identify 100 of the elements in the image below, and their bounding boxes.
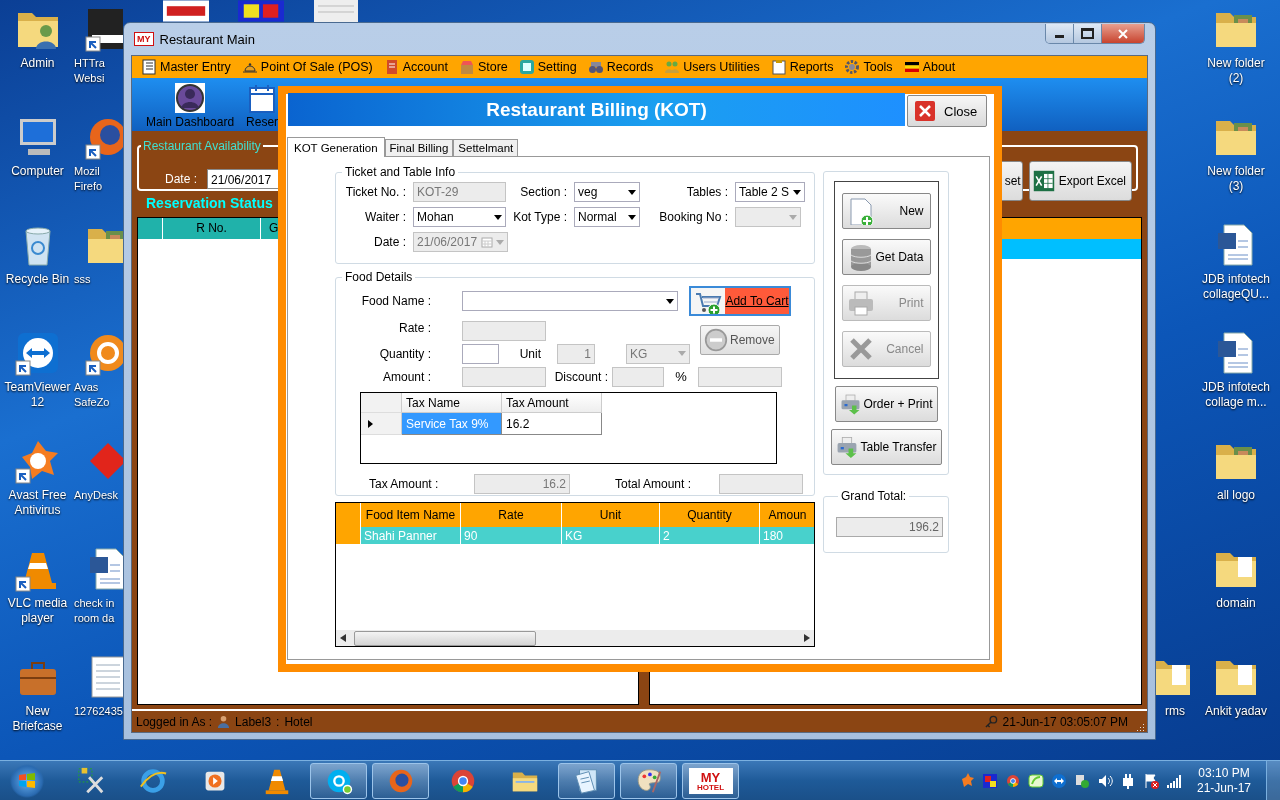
menu-item[interactable]: Store <box>477 60 508 74</box>
taskbar-button[interactable] <box>620 763 677 799</box>
menu-item[interactable]: Account <box>402 60 448 74</box>
export-button[interactable]: Export Excel <box>1028 161 1132 201</box>
taskbar-button[interactable] <box>372 763 429 799</box>
close-button[interactable] <box>1102 24 1144 43</box>
menu-item[interactable]: Master Entry <box>160 60 231 74</box>
tab[interactable]: Final Billing <box>384 139 454 156</box>
taskbar-button[interactable] <box>558 763 615 799</box>
tab[interactable]: Settelmant <box>453 139 519 156</box>
status-text: Hotel <box>284 714 313 729</box>
shop-icon <box>458 59 475 75</box>
column-header[interactable]: R No. <box>163 218 261 239</box>
table-cell[interactable]: 16.2 <box>502 413 602 435</box>
dropdown[interactable]: Mohan <box>413 207 506 227</box>
horizontal-scrollbar[interactable] <box>336 630 814 646</box>
action-button[interactable]: Get Data <box>841 239 931 275</box>
field-label: Date : <box>373 235 406 249</box>
chrome-icon[interactable] <box>1004 773 1021 789</box>
field-label: Date : <box>165 172 197 186</box>
group-title: Food Details <box>344 270 414 284</box>
signal-bars-icon[interactable] <box>1165 773 1182 789</box>
action-button[interactable]: Table Transfer <box>830 429 942 465</box>
caret-icon <box>678 351 686 356</box>
notebook-icon <box>141 59 157 75</box>
taskbar-button[interactable] <box>310 763 367 799</box>
app-icon[interactable] <box>238 0 284 22</box>
dropdown[interactable]: Normal <box>574 207 640 227</box>
tab[interactable]: KOT Generation <box>287 137 385 157</box>
icon-label: HTTra Websi <box>74 56 105 86</box>
toolbar-label[interactable]: Main Dashboard <box>146 115 235 129</box>
remove-button[interactable]: Remove <box>700 325 780 355</box>
field-label: Rate : <box>398 321 431 335</box>
cart-icon <box>694 290 722 314</box>
minimize-button[interactable] <box>1046 24 1074 43</box>
key-icon <box>984 715 998 728</box>
menu-item[interactable]: Tools <box>863 60 893 74</box>
caret-icon <box>666 298 674 304</box>
field-label: Booking No : <box>658 210 728 224</box>
icon-label: New Briefcase <box>12 704 63 734</box>
binoculars-icon <box>587 59 604 75</box>
add-to-cart-button[interactable]: Add To Cart <box>689 286 791 316</box>
table-cell-text: 180 <box>762 527 785 544</box>
close-icon <box>1118 28 1128 39</box>
minus-circle-icon <box>704 328 728 352</box>
menu-item[interactable]: Reports <box>789 60 834 74</box>
close-button[interactable]: Close <box>907 95 987 127</box>
icon-label: Admin <box>20 56 55 71</box>
squares-icon <box>17 771 37 791</box>
avatar-icon[interactable] <box>174 82 207 114</box>
table-cell: Shahi Panner <box>361 527 461 544</box>
menu-item[interactable]: About <box>922 60 956 74</box>
menu-item[interactable]: Setting <box>537 60 577 74</box>
taskbar-button[interactable]: MY HOTEL <box>682 763 739 799</box>
field-label: Ticket No. : <box>344 185 406 199</box>
clock[interactable]: 03:10 PM 21-Jun-17 <box>1196 766 1251 796</box>
window-title: Restaurant Main <box>159 31 255 47</box>
group-title: Grand Total: <box>840 489 908 503</box>
text-field[interactable] <box>462 343 499 364</box>
printer-icon <box>846 289 875 317</box>
menu-item[interactable]: Records <box>606 60 654 74</box>
column-header[interactable]: Tax Amount <box>502 393 602 413</box>
column-header[interactable]: Tax Name <box>402 393 502 413</box>
icon-label: JDB infotech collage m... <box>1201 380 1270 410</box>
icon-label: New folder (3) <box>1207 164 1265 194</box>
caret-icon <box>628 214 636 220</box>
action-button[interactable]: Order + Print <box>834 386 938 422</box>
field-label: Amount : <box>381 369 431 384</box>
group-title: Restaurant Availability <box>142 139 262 153</box>
dropdown[interactable]: veg <box>574 182 640 202</box>
menu-item[interactable]: Users Utilities <box>683 60 760 74</box>
toolbar-label[interactable]: Reser <box>246 115 279 129</box>
volume-icon[interactable] <box>1096 773 1113 789</box>
dialog-title: Restaurant Billing (KOT) <box>288 93 905 126</box>
icon-label: Avas SafeZo <box>74 380 110 410</box>
flag-icon[interactable] <box>1142 773 1159 789</box>
action-button[interactable]: New <box>841 193 931 229</box>
calendar-icon <box>481 236 493 248</box>
menu-item[interactable]: Point Of Sale (POS) <box>260 60 373 74</box>
resize-grip-icon[interactable] <box>1135 722 1145 732</box>
table-cell: 90 <box>461 527 562 544</box>
icon-label: JDB infotech collageQU... <box>1201 272 1270 302</box>
column-header[interactable]: Amoun <box>760 503 814 527</box>
leaf-icon[interactable] <box>1027 773 1044 789</box>
clipboard-icon <box>770 59 787 75</box>
icon-label: domain <box>1216 596 1256 611</box>
icon-label: AnyDesk <box>74 488 119 503</box>
text-field[interactable]: 196.2 <box>836 517 943 537</box>
app-icon[interactable] <box>981 773 998 789</box>
icon-label: rms <box>1164 704 1185 719</box>
network-icon[interactable] <box>1073 773 1090 789</box>
document-icon[interactable] <box>313 0 359 22</box>
table-cell: 2 <box>660 527 760 544</box>
field-label: Tax Amount : <box>368 476 440 491</box>
dropdown[interactable]: Table 2 S <box>735 182 805 202</box>
scroll-right-icon[interactable] <box>804 634 810 642</box>
scroll-left-icon[interactable] <box>340 634 346 642</box>
field-label: Discount : <box>553 369 608 384</box>
maximize-button[interactable] <box>1074 24 1102 43</box>
icon-label: all logo <box>1217 488 1255 503</box>
